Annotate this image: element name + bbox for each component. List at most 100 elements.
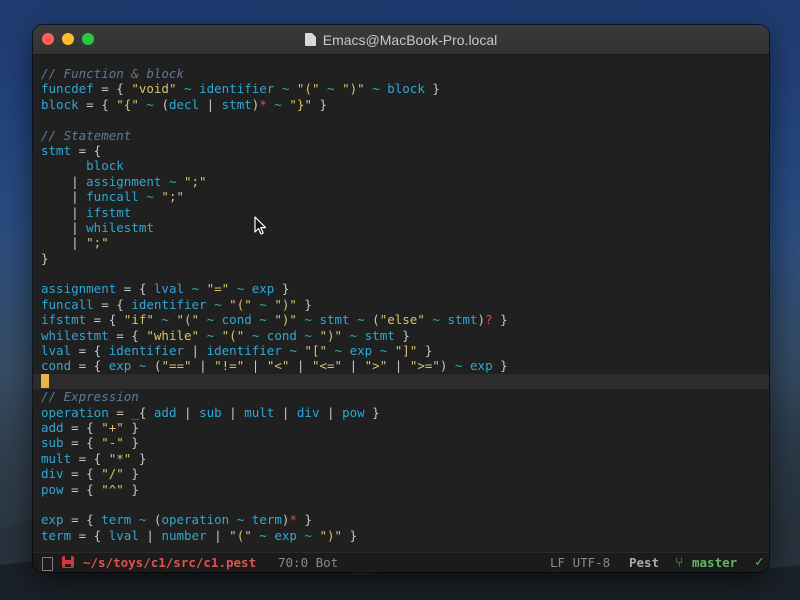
code-line[interactable]: | funcall ~ ";"	[41, 189, 508, 204]
code-line[interactable]: // Expression	[41, 389, 508, 404]
code-token: ~	[184, 281, 207, 297]
code-line[interactable]: pow = { "^" }	[41, 482, 508, 497]
mode-line: ~/s/toys/c1/src/c1.pest 70:0 Bot LF UTF-…	[33, 552, 769, 572]
code-line[interactable]: term = { lval | number | "(" ~ exp ~ ")"…	[41, 528, 508, 543]
code-line[interactable]: }	[41, 251, 508, 266]
code-token: ~	[229, 512, 252, 528]
text-cursor	[41, 373, 49, 388]
code-line[interactable]: mult = { "*" }	[41, 451, 508, 466]
code-token: = {	[116, 281, 154, 297]
code-token: |	[342, 358, 365, 374]
code-line[interactable]: // Statement	[41, 128, 508, 143]
code-line[interactable]: assignment = { lval ~ "=" ~ exp }	[41, 281, 508, 296]
buffer-file-path[interactable]: ~/s/toys/c1/src/c1.pest	[83, 555, 256, 570]
code-token: exp	[470, 358, 493, 374]
code-token: // Statement	[41, 127, 132, 143]
code-token: identifier	[199, 81, 275, 97]
code-line[interactable]	[41, 497, 508, 512]
code-line[interactable]: funcall = { identifier ~ "(" ~ ")" }	[41, 297, 508, 312]
code-token: ~	[327, 343, 350, 359]
code-token: add	[153, 404, 177, 420]
code-line[interactable]: | ";"	[41, 235, 508, 250]
code-token: whilestmt	[86, 219, 154, 235]
code-token: "<"	[266, 358, 290, 374]
code-token: "("	[221, 327, 245, 343]
code-line[interactable]: ifstmt = { "if" ~ "(" ~ cond ~ ")" ~ stm…	[41, 312, 508, 327]
code-token: "="	[206, 281, 230, 297]
code-token: exp	[251, 281, 275, 297]
code-token: }	[311, 96, 328, 112]
code-line[interactable]: block	[41, 158, 508, 173]
code-line[interactable]	[33, 373, 769, 390]
code-line[interactable]: block = { "{" ~ (decl | stmt)* ~ "}" }	[41, 97, 508, 112]
file-encoding[interactable]: LF UTF-8	[550, 555, 610, 570]
code-token: ~	[138, 96, 162, 112]
code-line[interactable]: whilestmt = { "while" ~ "(" ~ cond ~ ")"…	[41, 328, 508, 343]
git-branch[interactable]: master	[692, 555, 737, 570]
code-token: "{"	[116, 96, 139, 112]
code-line[interactable]: | whilestmt	[41, 220, 508, 235]
code-line[interactable]: lval = { identifier | identifier ~ "[" ~…	[41, 343, 508, 358]
code-token: funcdef	[41, 81, 94, 97]
title-bar: Emacs@MacBook-Pro.local	[33, 25, 769, 55]
code-line[interactable]: cond = { exp ~ ("==" | "!=" | "<" | "<="…	[41, 358, 508, 373]
code-line[interactable]: sub = { "-" }	[41, 435, 508, 450]
code-token: |	[41, 235, 87, 251]
code-token: "while"	[146, 327, 200, 343]
code-line[interactable]: | assignment ~ ";"	[41, 174, 508, 189]
code-line[interactable]: add = { "+" }	[41, 420, 508, 435]
code-token: (	[372, 312, 380, 328]
code-token: stmt	[447, 312, 478, 328]
editor-buffer[interactable]: // Function & block funcdef = { "void" ~ …	[33, 55, 769, 552]
code-token: *	[259, 96, 267, 112]
code-token: // Function & block	[41, 66, 184, 81]
mouse-pointer-icon	[254, 216, 267, 235]
code-token: = {	[71, 142, 102, 158]
code-token: ~	[131, 512, 154, 528]
code-token: ?	[485, 312, 493, 328]
window-title-area: Emacs@MacBook-Pro.local	[33, 25, 769, 54]
code-token: ~	[296, 527, 320, 543]
major-mode[interactable]: Pest	[629, 555, 659, 570]
code-token: ~	[244, 327, 267, 343]
code-token: ")"	[274, 296, 297, 312]
code-line[interactable]: funcdef = { "void" ~ identifier ~ "(" ~ …	[41, 81, 508, 96]
code-line[interactable]: div = { "/" }	[41, 466, 508, 481]
code-text[interactable]: // Function & block funcdef = { "void" ~ …	[33, 66, 769, 543]
code-token: div	[41, 466, 64, 482]
code-token: |	[138, 527, 162, 543]
code-token: = {	[63, 419, 102, 435]
code-token: ~	[266, 96, 290, 112]
code-token: decl	[168, 96, 200, 112]
code-token: sub	[41, 435, 64, 451]
window-title: Emacs@MacBook-Pro.local	[322, 31, 498, 48]
code-token: "*"	[108, 450, 132, 466]
code-token: ifstmt	[41, 312, 87, 328]
code-token: ~	[131, 358, 154, 374]
code-token: ~	[424, 312, 448, 328]
check-icon: ✓	[755, 554, 764, 570]
code-line[interactable]	[41, 112, 508, 127]
code-token: ~	[176, 81, 200, 97]
code-token: funcall	[41, 296, 94, 312]
code-line[interactable]	[41, 266, 508, 281]
code-token: |	[206, 527, 230, 543]
code-token: ")"	[342, 81, 365, 97]
code-token: |	[244, 358, 267, 374]
code-line[interactable]: | ifstmt	[41, 205, 508, 220]
code-line[interactable]: operation = _{ add | sub | mult | div | …	[41, 405, 508, 420]
code-token: "-"	[101, 435, 124, 451]
code-token: }	[123, 481, 139, 497]
code-token: lval	[41, 343, 72, 359]
code-token: whilestmt	[41, 327, 109, 343]
code-token: exp	[108, 358, 132, 374]
code-line[interactable]: // Function & block	[41, 66, 508, 81]
code-token: "if"	[123, 312, 154, 328]
code-line[interactable]: exp = { term ~ (operation ~ term)* }	[41, 512, 508, 527]
code-token: block	[41, 96, 79, 112]
code-token: identifier	[206, 343, 282, 359]
code-token: |	[41, 173, 87, 189]
buffer-page-icon	[42, 557, 53, 571]
code-line[interactable]: stmt = {	[41, 143, 508, 158]
